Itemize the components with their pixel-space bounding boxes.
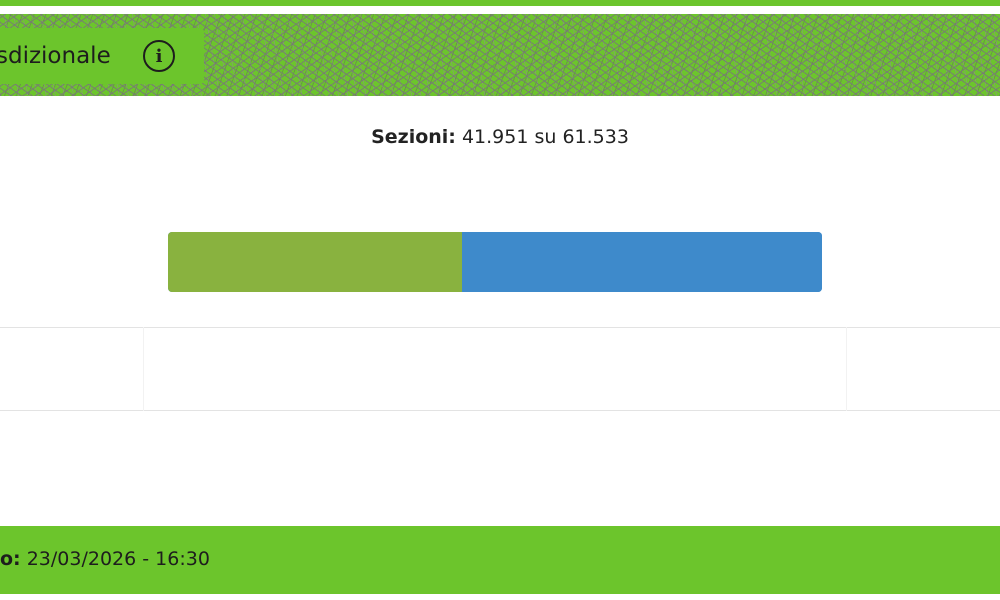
info-icon[interactable]: i — [143, 40, 175, 72]
sezioni-value: 41.951 su 61.533 — [461, 126, 629, 148]
sezioni-progress-bar — [168, 232, 822, 292]
divider-top — [0, 327, 1000, 328]
divider-vertical-right — [846, 327, 847, 411]
progress-remaining — [462, 232, 822, 292]
sezioni-summary: Sezioni: 41.951 su 61.533 — [0, 126, 1000, 148]
progress-filled — [168, 232, 463, 292]
divider-bottom — [0, 410, 1000, 411]
sezioni-label: Sezioni: — [371, 126, 456, 148]
update-label: o: — [0, 548, 21, 570]
update-timestamp: o: 23/03/2026 - 16:30 — [0, 548, 210, 570]
top-stripe — [0, 0, 1000, 6]
page: sdizionale i Sezioni: 41.951 su 61.533 o… — [0, 0, 1000, 600]
footer-bar: o: 23/03/2026 - 16:30 — [0, 526, 1000, 594]
divider-vertical-left — [143, 327, 144, 411]
section-header: sdizionale i — [0, 28, 204, 84]
update-value: 23/03/2026 - 16:30 — [26, 548, 210, 570]
